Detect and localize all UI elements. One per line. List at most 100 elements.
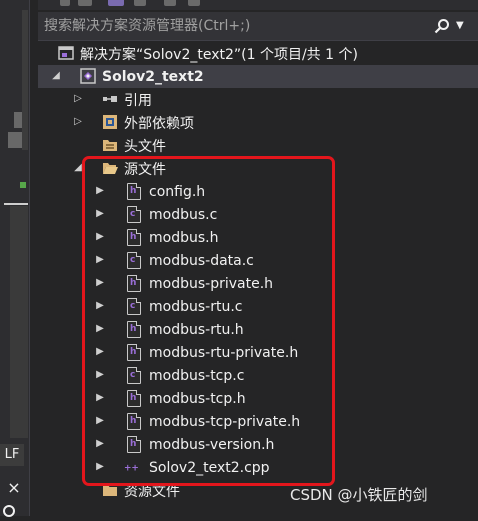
collapse-arrow-icon[interactable]: ▶ (95, 231, 105, 243)
tree-item-references[interactable]: ▷ 引用 (38, 88, 478, 111)
collapse-arrow-icon[interactable]: ▶ (95, 415, 105, 427)
header-file-icon: h (127, 183, 141, 200)
tree-item-file[interactable]: ▶ h config.h (38, 180, 478, 203)
file-label: modbus-private.h (149, 275, 274, 292)
scroll-thumb[interactable] (8, 132, 22, 148)
header-file-icon: h (127, 275, 141, 292)
tree-item-file[interactable]: ▶ c modbus.c (38, 203, 478, 226)
svg-text:++: ++ (124, 464, 139, 474)
collapse-arrow-icon[interactable]: ▶ (95, 346, 105, 358)
toolbar-icon[interactable] (188, 0, 200, 6)
tree-item-file[interactable]: ▶ h modbus-private.h (38, 272, 478, 295)
file-label: modbus.h (149, 229, 219, 246)
collapse-arrow-icon[interactable]: ▷ (73, 116, 83, 128)
file-label: modbus-tcp-private.h (149, 413, 301, 430)
file-label: Solov2_text2.cpp (149, 459, 270, 476)
c-file-icon: c (127, 252, 141, 269)
file-label: modbus-rtu.h (149, 321, 244, 338)
search-icon[interactable] (434, 18, 450, 34)
change-marker (20, 182, 26, 188)
external-dependencies-label: 外部依赖项 (124, 115, 194, 132)
header-file-icon: h (127, 436, 141, 453)
external-dependencies-icon (103, 115, 117, 129)
search-input[interactable]: 搜索解决方案资源管理器(Ctrl+;) (44, 12, 250, 40)
close-icon[interactable]: × (4, 478, 24, 498)
references-label: 引用 (124, 92, 152, 109)
collapse-arrow-icon[interactable]: ▶ (95, 461, 105, 473)
c-file-icon: c (127, 206, 141, 223)
header-file-icon: h (127, 229, 141, 246)
header-files-label: 头文件 (124, 138, 166, 155)
references-icon (103, 96, 117, 102)
file-label: modbus-rtu-private.h (149, 344, 299, 361)
file-label: config.h (149, 183, 206, 200)
collapse-arrow-icon[interactable]: ▶ (95, 208, 105, 220)
collapse-arrow-icon[interactable]: ▶ (95, 254, 105, 266)
file-label: modbus-tcp.h (149, 390, 246, 407)
watermark: CSDN @小铁匠的剑 (290, 486, 428, 504)
tree-item-source-files[interactable]: ◢ 源文件 (38, 157, 478, 180)
file-label: modbus-tcp.c (149, 367, 245, 384)
tree-item-project[interactable]: ◢ Solov2_text2 (38, 65, 478, 88)
expand-arrow-icon[interactable]: ◢ (73, 162, 83, 174)
folder-icon (103, 140, 117, 151)
tree-item-file[interactable]: ▶ h modbus-version.h (38, 433, 478, 456)
tree-item-file[interactable]: ▶ c modbus-data.c (38, 249, 478, 272)
toolbar-icon[interactable] (60, 0, 70, 6)
solution-label: 解决方案“Solov2_text2”(1 个项目/共 1 个) (80, 46, 358, 63)
toolbar (38, 0, 478, 10)
toolbar-icon[interactable] (78, 0, 92, 6)
solution-search-box[interactable]: 搜索解决方案资源管理器(Ctrl+;) ▼ (38, 12, 478, 41)
project-icon (80, 68, 96, 84)
tree-item-solution[interactable]: 解决方案“Solov2_text2”(1 个项目/共 1 个) (38, 42, 478, 65)
header-file-icon: h (127, 344, 141, 361)
search-small-icon[interactable] (2, 503, 24, 517)
line-ending-label[interactable]: LF (0, 444, 24, 466)
toolbar-icon[interactable] (108, 0, 124, 6)
toolbar-icon[interactable] (134, 0, 146, 6)
collapse-arrow-icon[interactable]: ▶ (95, 438, 105, 450)
c-file-icon: c (127, 298, 141, 315)
header-file-icon: h (127, 413, 141, 430)
overview-ruler (10, 206, 28, 438)
file-label: modbus.c (149, 206, 218, 223)
source-files-label: 源文件 (124, 161, 166, 178)
tree-item-file[interactable]: ▶ h modbus-tcp.h (38, 387, 478, 410)
tree-item-file[interactable]: ▶ c modbus-tcp.c (38, 364, 478, 387)
chevron-down-icon[interactable]: ▼ (456, 16, 470, 36)
folder-icon (103, 485, 117, 496)
tree-item-external-dependencies[interactable]: ▷ 外部依赖项 (38, 111, 478, 134)
header-file-icon: h (127, 390, 141, 407)
toolbar-icon[interactable] (164, 0, 176, 6)
tree-item-file[interactable]: ▶ h modbus-rtu-private.h (38, 341, 478, 364)
margin-divider (29, 0, 30, 516)
collapse-arrow-icon[interactable]: ▶ (95, 323, 105, 335)
file-label: modbus-rtu.c (149, 298, 243, 315)
file-label: modbus-data.c (149, 252, 254, 269)
tree-item-file[interactable]: ▶ c modbus-rtu.c (38, 295, 478, 318)
collapse-arrow-icon[interactable]: ▶ (95, 392, 105, 404)
tree-item-file[interactable]: ▶ h modbus.h (38, 226, 478, 249)
collapse-arrow-icon[interactable]: ▶ (95, 185, 105, 197)
c-file-icon: c (127, 367, 141, 384)
scroll-track (22, 10, 28, 150)
tree-item-file[interactable]: ▶ ++ Solov2_text2.cpp (38, 456, 478, 479)
cpp-file-icon: ++ (124, 464, 139, 474)
resource-files-label: 资源文件 (124, 483, 180, 500)
caret-line (4, 203, 28, 205)
collapse-arrow-icon[interactable]: ▶ (95, 369, 105, 381)
expand-arrow-icon[interactable]: ◢ (51, 70, 61, 82)
file-label: modbus-version.h (149, 436, 275, 453)
open-folder-icon (103, 163, 118, 174)
tree-item-file[interactable]: ▶ h modbus-tcp-private.h (38, 410, 478, 433)
collapse-arrow-icon[interactable]: ▷ (73, 93, 83, 105)
project-label: Solov2_text2 (102, 68, 204, 85)
tree-item-header-files[interactable]: 头文件 (38, 134, 478, 157)
header-file-icon: h (127, 321, 141, 338)
tree-item-file[interactable]: ▶ h modbus-rtu.h (38, 318, 478, 341)
solution-icon (58, 46, 74, 60)
collapse-arrow-icon[interactable]: ▶ (95, 300, 105, 312)
scroll-marker (14, 112, 22, 128)
editor-margin: LF × (0, 0, 30, 517)
collapse-arrow-icon[interactable]: ▶ (95, 277, 105, 289)
